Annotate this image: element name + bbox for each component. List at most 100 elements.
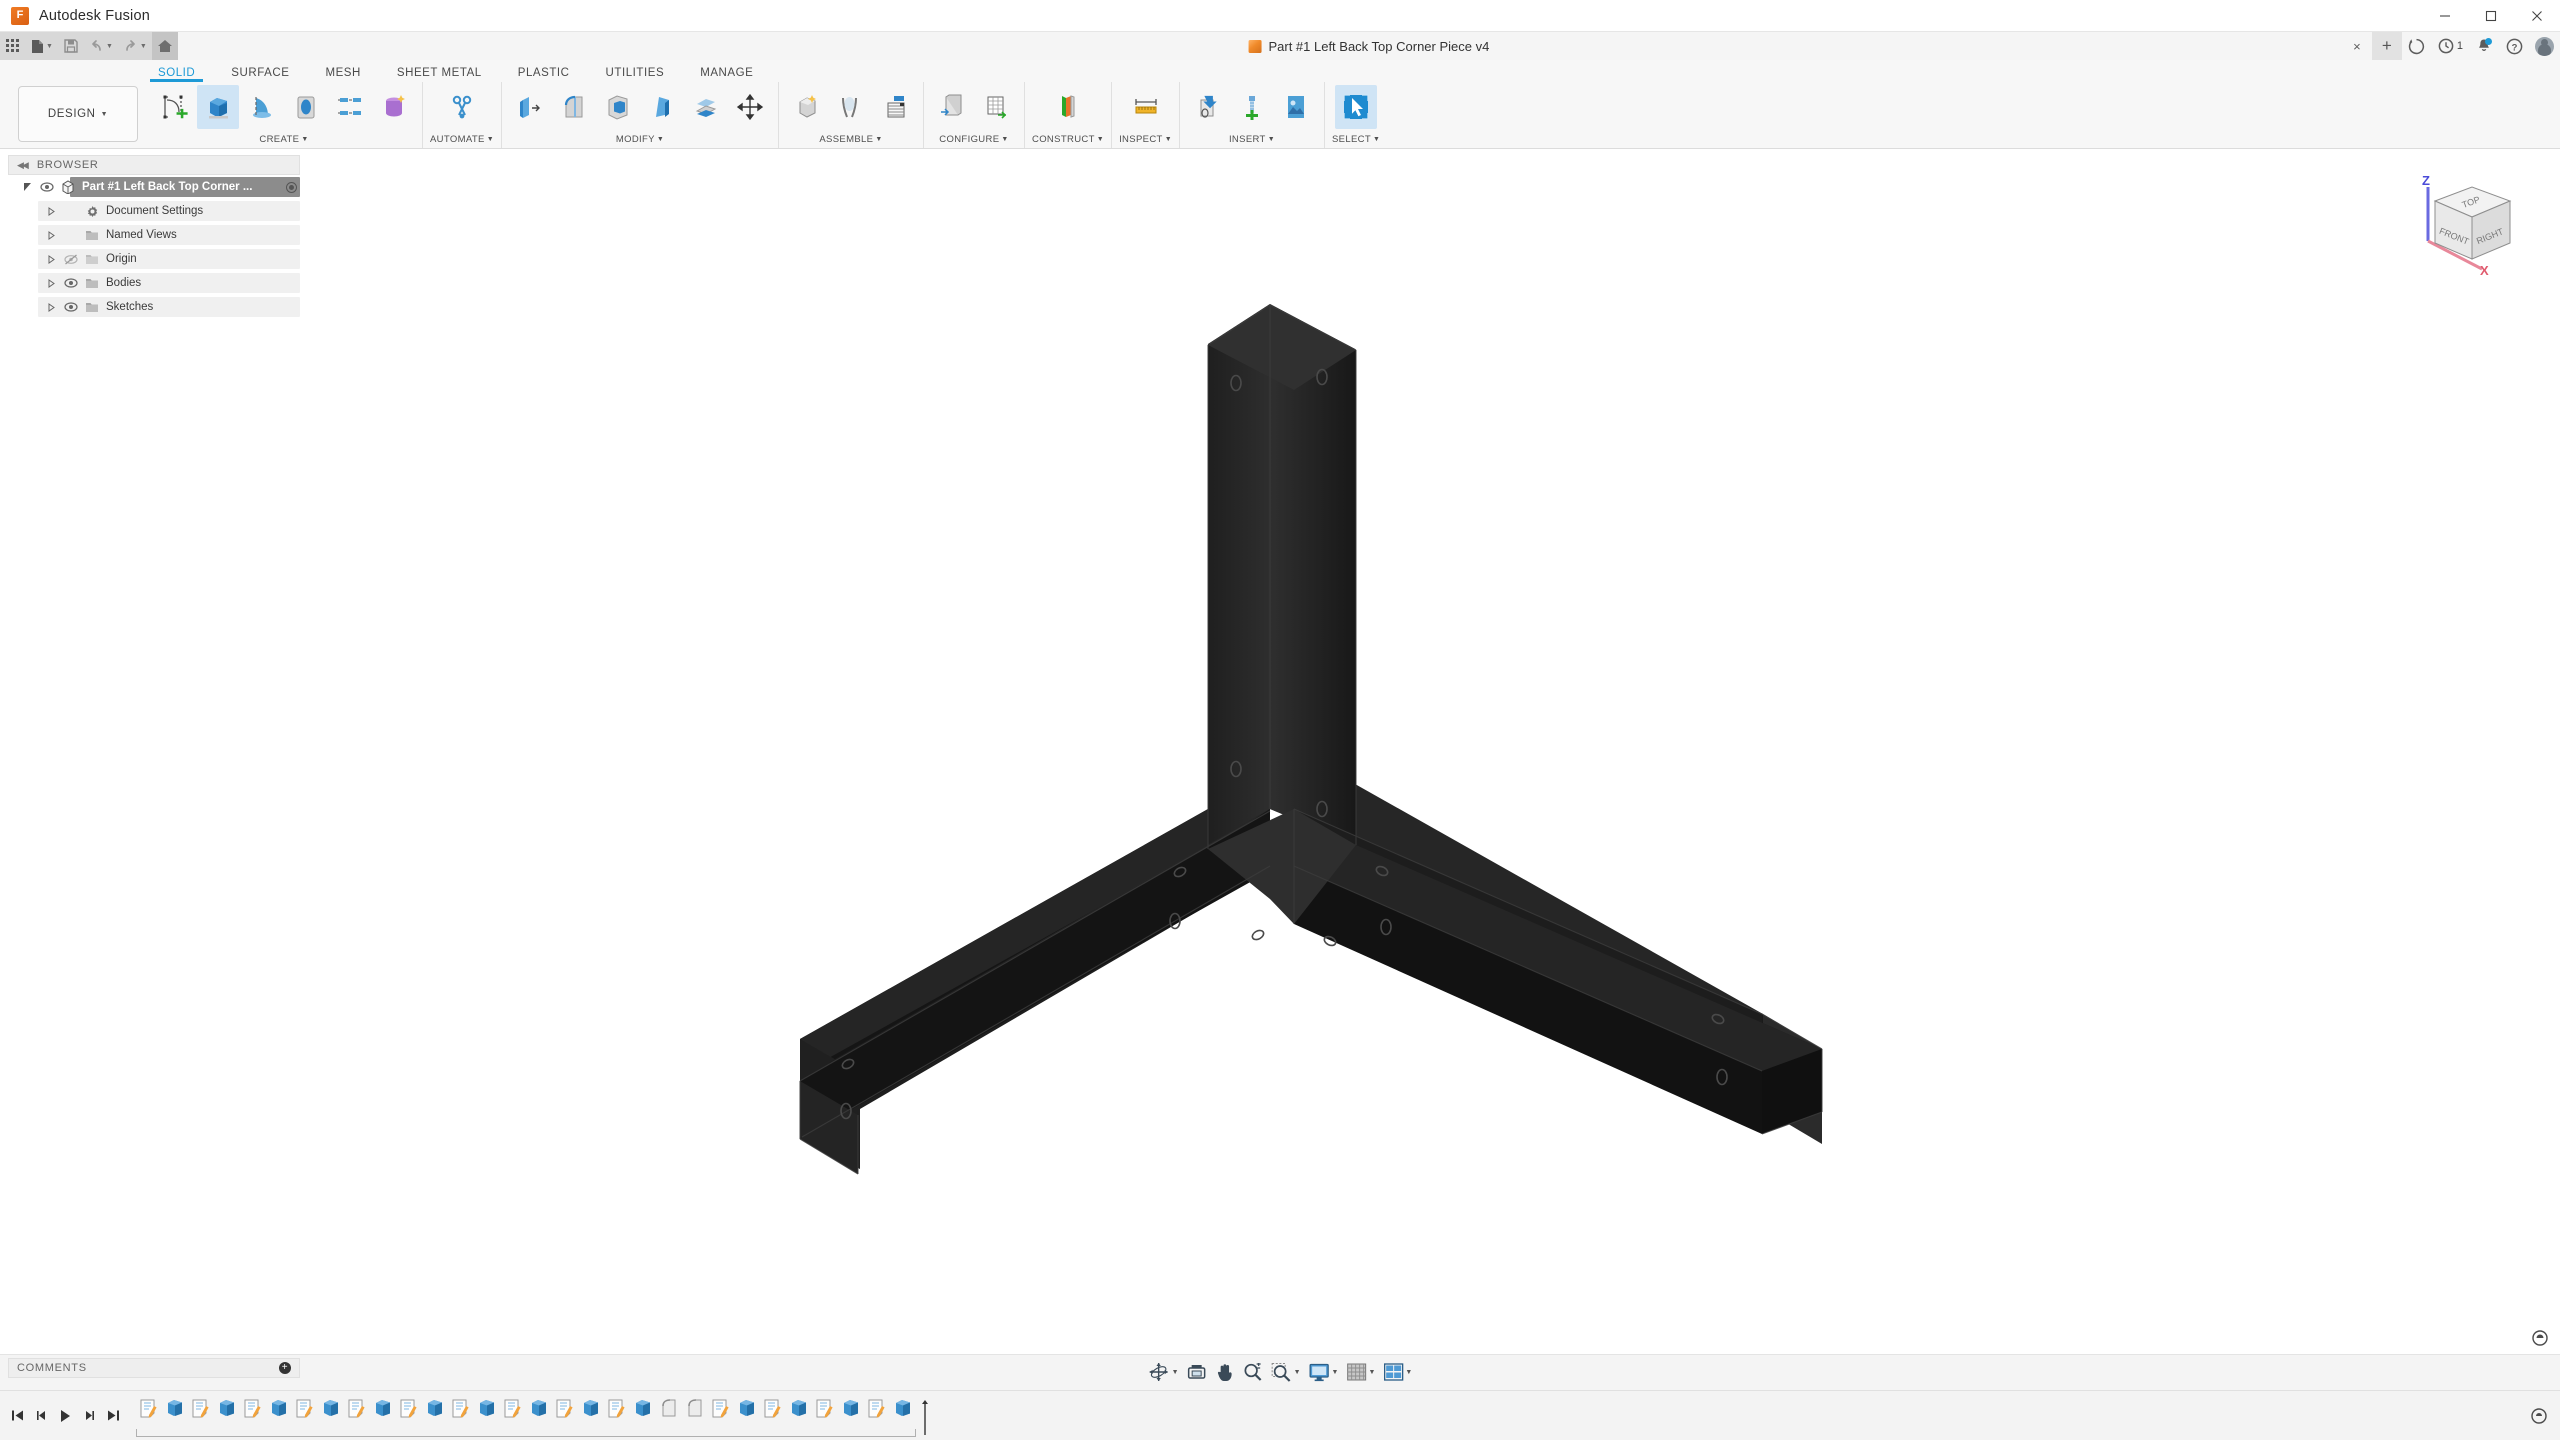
3d-viewport[interactable] (0, 149, 2560, 1354)
insert-derive-tool[interactable] (1187, 85, 1229, 129)
timeline-feature-extrude[interactable] (214, 1397, 240, 1427)
timeline-feature-sketch[interactable] (292, 1397, 318, 1427)
tab-sheet-metal[interactable]: SHEET METAL (379, 60, 500, 82)
timeline-feature-sketch[interactable] (396, 1397, 422, 1427)
timeline-feature-extrude[interactable] (162, 1397, 188, 1427)
grid-icon[interactable]: ▼ (1343, 1359, 1378, 1385)
split-face-tool[interactable] (685, 85, 727, 129)
orbit-tool[interactable]: ▼ (1145, 1359, 1182, 1385)
tree-item-named-views[interactable]: Named Views (8, 223, 300, 247)
visibility-eye-off-icon[interactable] (63, 254, 78, 265)
tab-plastic[interactable]: PLASTIC (500, 60, 588, 82)
timeline-feature-extrude[interactable] (630, 1397, 656, 1427)
tree-item-sketches[interactable]: Sketches (8, 295, 300, 319)
home-icon[interactable] (151, 32, 178, 60)
tab-solid[interactable]: SOLID (140, 60, 213, 82)
timeline-feature-sketch[interactable] (708, 1397, 734, 1427)
automate-tool[interactable] (441, 85, 483, 129)
timeline-feature-sketch[interactable] (864, 1397, 890, 1427)
viewport-corner-tool-icon[interactable] (2530, 1328, 2550, 1348)
rectangular-pattern-tool[interactable] (329, 85, 371, 129)
fillet-tool[interactable] (553, 85, 595, 129)
plus-circle-icon[interactable]: + (279, 1362, 291, 1374)
timeline-feature-sketch[interactable] (136, 1397, 162, 1427)
create-sketch-tool[interactable] (153, 85, 195, 129)
timeline-feature-sketch[interactable] (604, 1397, 630, 1427)
timeline-feature-extrude[interactable] (266, 1397, 292, 1427)
visibility-eye-icon[interactable] (63, 302, 78, 312)
insert-canvas-tool[interactable] (1275, 85, 1317, 129)
expand-arrow-icon[interactable] (22, 182, 33, 193)
help-icon[interactable]: ? (2499, 32, 2529, 60)
timeline-feature-sketch[interactable] (552, 1397, 578, 1427)
timeline-marker[interactable] (918, 1397, 932, 1435)
new-tab-button[interactable]: + (2371, 32, 2402, 60)
visibility-eye-icon[interactable] (39, 182, 54, 192)
extrude-tool[interactable] (197, 85, 239, 129)
undo-icon[interactable]: ▼ (84, 32, 118, 60)
timeline-feature-extrude[interactable] (786, 1397, 812, 1427)
panel-label-modify[interactable]: MODIFY ▼ (616, 134, 664, 148)
timeline-feature-sketch[interactable] (812, 1397, 838, 1427)
step-back-button[interactable] (34, 1408, 48, 1424)
panel-label-inspect[interactable]: INSPECT ▼ (1119, 134, 1172, 148)
browser-header[interactable]: ◀◀ BROWSER (8, 155, 300, 175)
move-copy-tool[interactable] (729, 85, 771, 129)
expand-arrow-icon[interactable] (46, 254, 57, 265)
timeline-settings-icon[interactable] (2528, 1405, 2550, 1427)
redo-icon[interactable]: ▼ (118, 32, 152, 60)
play-button[interactable] (58, 1408, 72, 1424)
expand-arrow-icon[interactable] (46, 230, 57, 241)
timeline-feature-extrude[interactable] (370, 1397, 396, 1427)
timeline-feature-sketch[interactable] (448, 1397, 474, 1427)
expand-arrow-icon[interactable] (46, 206, 57, 217)
viewports-icon[interactable]: ▼ (1380, 1359, 1415, 1385)
configure-table-tool[interactable] (975, 85, 1017, 129)
tree-item-bodies[interactable]: Bodies (8, 271, 300, 295)
document-tab[interactable]: Part #1 Left Back Top Corner Piece v4 (1234, 32, 1503, 60)
notifications-bell-icon[interactable] (2469, 32, 2499, 60)
sweep-tool[interactable] (285, 85, 327, 129)
panel-label-configure[interactable]: CONFIGURE ▼ (939, 134, 1008, 148)
tree-item-document-settings[interactable]: Document Settings (8, 199, 300, 223)
job-status-icon[interactable] (2402, 32, 2432, 60)
workspace-switcher[interactable]: DESIGN ▼ (18, 86, 138, 142)
panel-label-assemble[interactable]: ASSEMBLE ▼ (819, 134, 882, 148)
pan-hand-icon[interactable] (1212, 1359, 1238, 1385)
tab-mesh[interactable]: MESH (307, 60, 378, 82)
expand-arrow-icon[interactable] (46, 302, 57, 313)
recent-activity-icon[interactable]: 1 (2432, 32, 2469, 60)
timeline-feature-extrude[interactable] (578, 1397, 604, 1427)
expand-arrow-icon[interactable] (46, 278, 57, 289)
measure-tool[interactable] (1125, 85, 1167, 129)
timeline-feature-sketch[interactable] (240, 1397, 266, 1427)
component-settings-icon[interactable] (286, 181, 297, 193)
go-to-beginning-button[interactable] (10, 1408, 24, 1424)
panel-label-construct[interactable]: CONSTRUCT ▼ (1032, 134, 1104, 148)
shell-tool[interactable] (597, 85, 639, 129)
tab-surface[interactable]: SURFACE (213, 60, 307, 82)
display-monitor-icon[interactable]: ▼ (1306, 1359, 1342, 1385)
timeline-feature-fillet[interactable] (682, 1397, 708, 1427)
fit-window-icon[interactable]: ▼ (1268, 1359, 1304, 1385)
close-button[interactable] (2514, 0, 2560, 32)
insert-mcmaster-tool[interactable] (1231, 85, 1273, 129)
select-tool[interactable] (1335, 85, 1378, 129)
maximize-button[interactable] (2468, 0, 2514, 32)
panel-label-insert[interactable]: INSERT ▼ (1229, 134, 1275, 148)
timeline-feature-fillet[interactable] (656, 1397, 682, 1427)
revolve-tool[interactable] (241, 85, 283, 129)
timeline-feature-sketch[interactable] (344, 1397, 370, 1427)
timeline-feature-extrude[interactable] (838, 1397, 864, 1427)
view-cube[interactable]: Z X TOP FRONT RIGHT (2410, 169, 2530, 279)
timeline-feature-extrude[interactable] (474, 1397, 500, 1427)
visibility-eye-icon[interactable] (63, 278, 78, 288)
timeline-feature-sketch[interactable] (188, 1397, 214, 1427)
collapse-left-icon[interactable]: ◀◀ (17, 160, 29, 171)
tree-item-origin[interactable]: Origin (8, 247, 300, 271)
step-forward-button[interactable] (82, 1408, 96, 1424)
joint-tool[interactable] (830, 85, 872, 129)
timeline-feature-extrude[interactable] (526, 1397, 552, 1427)
timeline-feature-sketch[interactable] (500, 1397, 526, 1427)
configure-design-tool[interactable] (931, 85, 973, 129)
